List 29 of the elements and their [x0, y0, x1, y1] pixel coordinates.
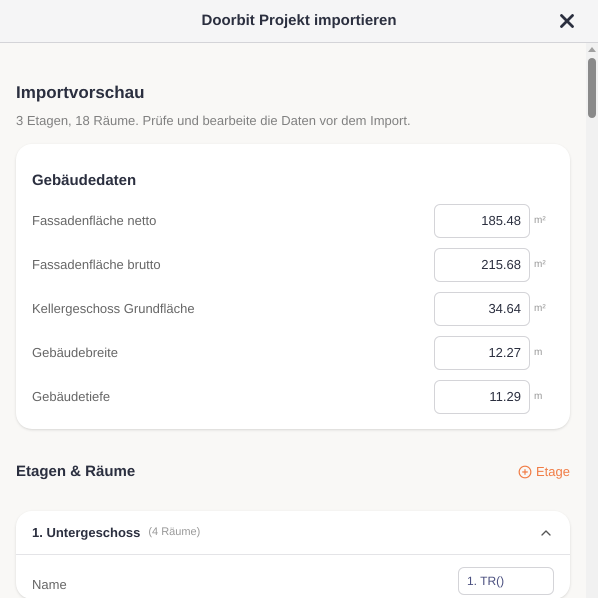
field-label: Gebäudetiefe	[32, 388, 112, 406]
scrollbar-thumb[interactable]	[588, 58, 596, 118]
card-title: Gebäudedaten	[32, 171, 138, 191]
scroll-up-icon	[588, 47, 596, 52]
section-title: Etagen & Räume	[16, 462, 136, 482]
field-label: Fassadenfläche brutto	[32, 256, 162, 274]
number-field[interactable]: 11.29	[434, 380, 530, 414]
field-label: Name	[32, 576, 68, 594]
unit-label: m	[534, 346, 544, 360]
number-field[interactable]: 215.68	[434, 248, 530, 282]
unit-label: m²	[534, 302, 547, 316]
room-count: (4 Räume)	[148, 525, 202, 540]
unit-label: m²	[534, 258, 547, 272]
summary-text: 3 Etagen, 18 Räume. Prüfe und bearbeite die Daten vor dem Import.	[16, 112, 412, 130]
number-field[interactable]: 185.48	[434, 204, 530, 238]
plus-circle-icon	[518, 464, 532, 479]
number-field[interactable]: 12.27	[434, 336, 530, 370]
field-label: Kellergeschoss Grundfläche	[32, 300, 196, 318]
field-label: Gebäudebreite	[32, 344, 120, 362]
floor-name: 1. Untergeschoss	[32, 524, 140, 542]
floor-header[interactable]: 1. Untergeschoss (4 Räume)	[16, 511, 570, 555]
unit-label: m²	[534, 214, 547, 228]
name-field[interactable]: 1. TR()	[458, 567, 554, 595]
number-field[interactable]: 34.64	[434, 292, 530, 326]
section-title: Importvorschau	[16, 82, 146, 104]
field-label: Fassadenfläche netto	[32, 212, 158, 230]
window-title: Doorbit Projekt importieren	[201, 10, 397, 31]
scrollbar[interactable]	[586, 43, 598, 598]
unit-label: m	[534, 390, 544, 404]
